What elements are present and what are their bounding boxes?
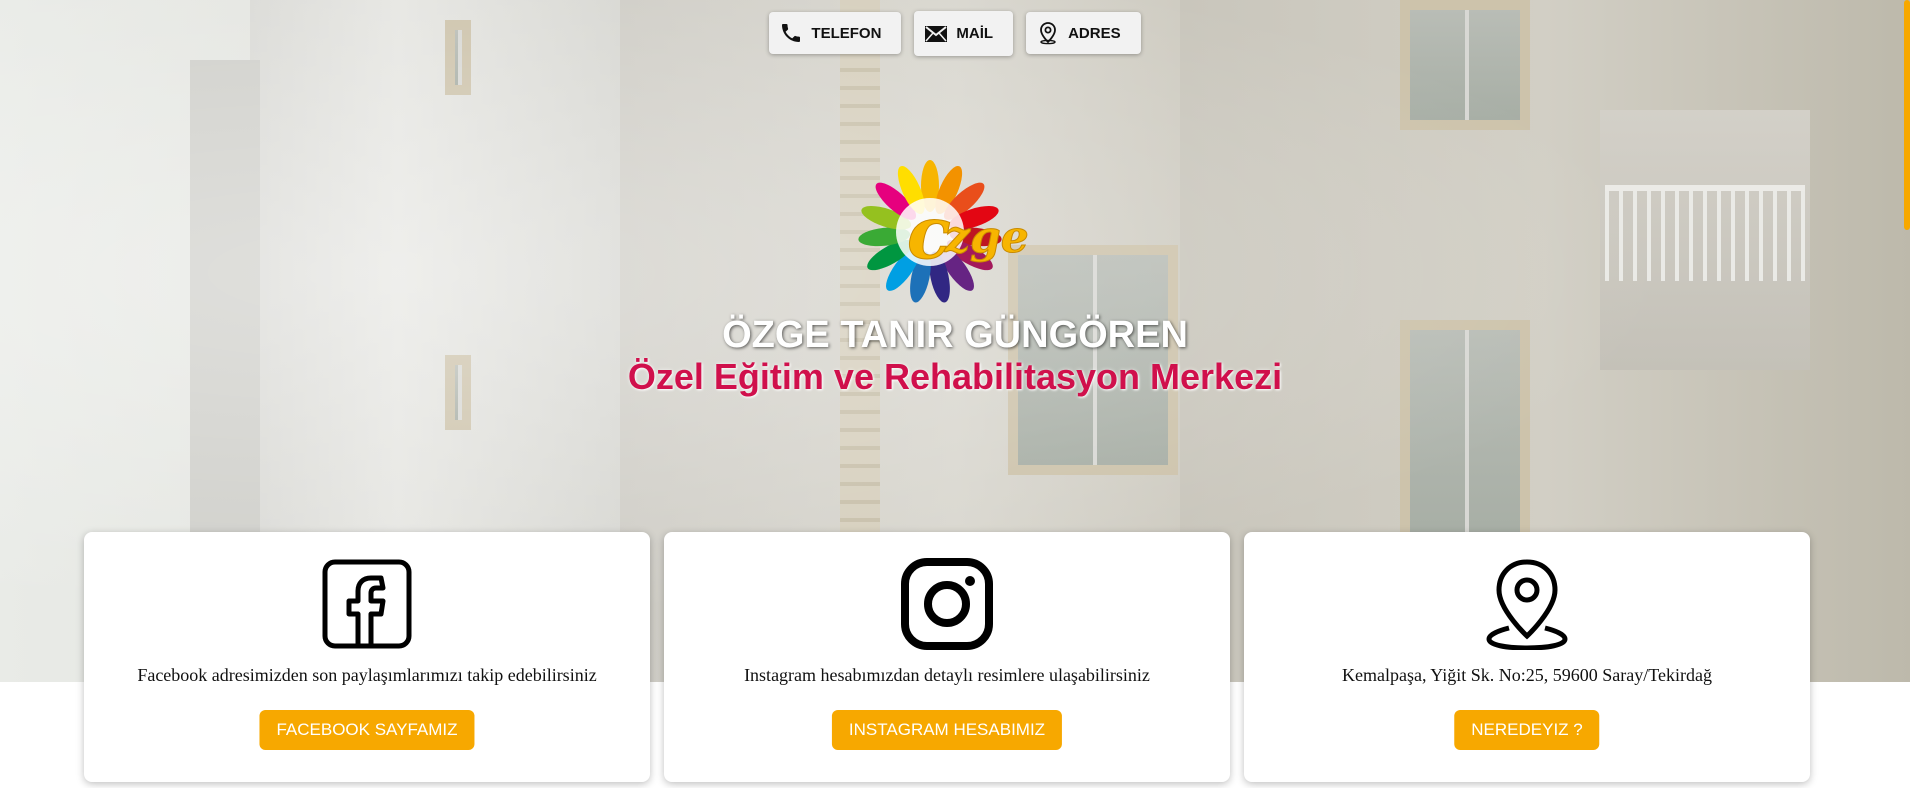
mail-label: MAİL [956, 25, 994, 42]
instagram-icon[interactable] [901, 558, 993, 650]
instagram-card: Instagram hesabımızdan detaylı resimlere… [664, 532, 1230, 782]
adres-label: ADRES [1068, 24, 1121, 42]
phone-icon [782, 24, 801, 42]
ozge-logo[interactable]: c zge [835, 160, 1055, 310]
center-subtitle: Özel Eğitim ve Rehabilitasyon Merkezi [627, 356, 1283, 397]
where-are-we-button[interactable]: NEREDEYIZ ? [1454, 710, 1600, 750]
address-card: Kemalpaşa, Yiğit Sk. No:25, 59600 Saray/… [1244, 532, 1810, 782]
mail-button[interactable]: MAİL [914, 11, 1014, 56]
map-pin-icon[interactable] [1481, 558, 1573, 650]
telefon-button[interactable]: TELEFON [769, 12, 902, 54]
location-pin-icon [1040, 22, 1056, 45]
address-card-text: Kemalpaşa, Yiğit Sk. No:25, 59600 Saray/… [1341, 665, 1712, 685]
facebook-card: Facebook adresimizden son paylaşımlarımı… [84, 532, 650, 782]
svg-text:zge: zge [944, 212, 1029, 263]
telefon-label: TELEFON [811, 24, 882, 42]
instagram-card-text: Instagram hesabımızdan detaylı resimlere… [744, 665, 1150, 685]
facebook-card-text: Facebook adresimizden son paylaşımlarımı… [137, 665, 597, 685]
facebook-page-button[interactable]: FACEBOOK SAYFAMIZ [259, 710, 475, 750]
center-title: ÖZGE TANIR GÜNGÖREN [722, 314, 1188, 356]
adres-button[interactable]: ADRES [1026, 12, 1141, 54]
instagram-account-button[interactable]: INSTAGRAM HESABIMIZ [831, 710, 1063, 750]
mail-icon [925, 25, 948, 42]
scroll-indicator[interactable] [1904, 0, 1910, 230]
contact-toolbar: TELEFON MAİL ADRES [0, 11, 1910, 56]
facebook-icon[interactable] [321, 558, 413, 650]
